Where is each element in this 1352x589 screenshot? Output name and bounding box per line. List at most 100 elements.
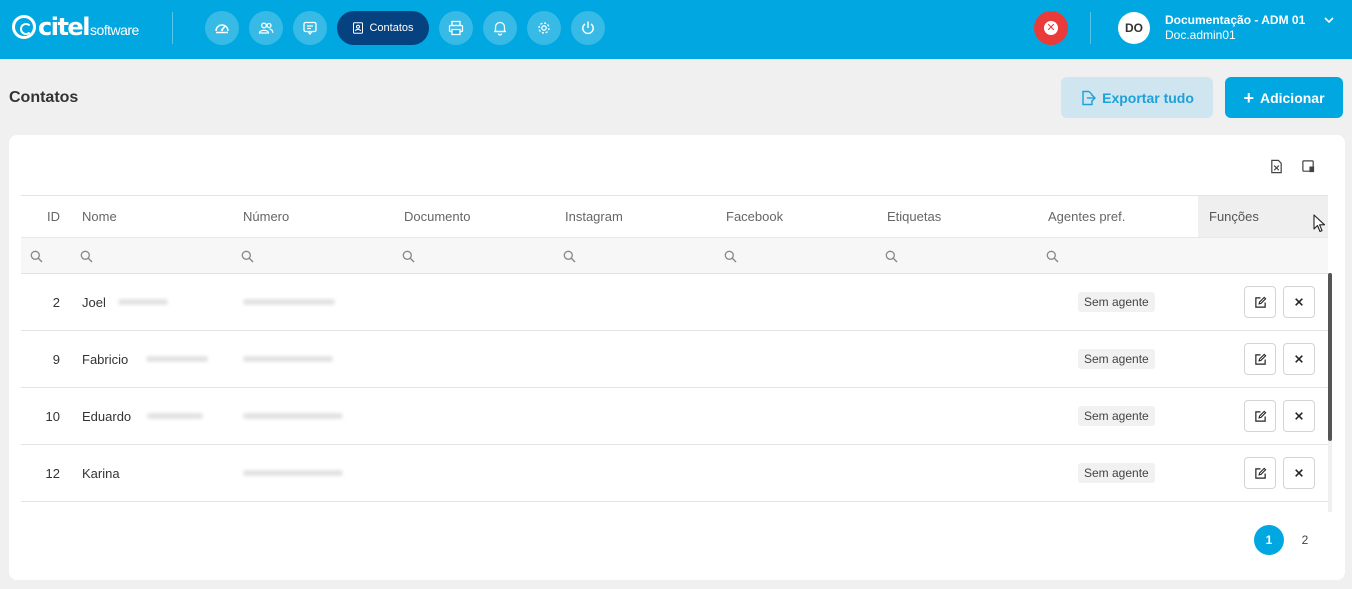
printer-icon <box>448 20 464 36</box>
search-icon[interactable] <box>80 250 93 263</box>
edit-icon <box>1254 353 1266 365</box>
edit-icon <box>1254 410 1266 422</box>
delete-button[interactable] <box>1283 400 1315 432</box>
nav-chat-button[interactable] <box>293 11 327 45</box>
citel-logo[interactable]: citel software <box>12 12 139 42</box>
close-circle-icon: ✕ <box>1044 21 1058 35</box>
delete-button[interactable] <box>1283 286 1315 318</box>
column-chooser-icon <box>1301 159 1314 172</box>
close-icon <box>1295 355 1303 363</box>
logo-word: citel <box>38 13 90 41</box>
gear-icon <box>538 22 550 34</box>
page-1-button[interactable]: 1 <box>1254 525 1284 555</box>
row-name: Karina <box>82 465 120 481</box>
column-header-documento[interactable]: Documento <box>404 196 470 237</box>
search-icon[interactable] <box>402 250 415 263</box>
column-header-funcoes[interactable]: Funções <box>1198 196 1328 237</box>
redacted-surname <box>147 413 203 419</box>
agent-badge: Sem agente <box>1078 292 1155 312</box>
export-all-label: Exportar tudo <box>1102 89 1194 106</box>
search-icon[interactable] <box>563 250 576 263</box>
agent-badge: Sem agente <box>1078 349 1155 369</box>
close-icon <box>1295 298 1303 306</box>
row-id: 12 <box>45 465 60 481</box>
top-bar: citel software Contatos ✕ DO Documentaçã… <box>0 0 1352 59</box>
contacts-card: ID Nome Número Documento Instagram Faceb… <box>9 135 1345 580</box>
chevron-down-icon[interactable] <box>1323 15 1335 25</box>
export-excel-button[interactable] <box>1267 157 1285 175</box>
delete-button[interactable] <box>1283 343 1315 375</box>
scrollbar-thumb[interactable] <box>1328 273 1332 441</box>
redacted-number <box>243 299 335 305</box>
export-all-button[interactable]: Exportar tudo <box>1061 77 1213 118</box>
user-login: Doc.admin01 <box>1165 28 1236 42</box>
redacted-surname <box>118 299 168 305</box>
column-header-facebook[interactable]: Facebook <box>726 196 783 237</box>
nav-contatos-tab[interactable]: Contatos <box>337 11 429 45</box>
add-button[interactable]: + Adicionar <box>1225 77 1343 118</box>
search-icon[interactable] <box>885 250 898 263</box>
nav-settings-button[interactable] <box>527 11 561 45</box>
column-header-id[interactable]: ID <box>21 196 60 237</box>
search-icon[interactable] <box>1046 250 1059 263</box>
row-name: Eduardo <box>82 408 132 424</box>
page-title: Contatos <box>9 89 79 106</box>
redacted-surname <box>146 356 208 362</box>
alert-button[interactable]: ✕ <box>1034 11 1068 45</box>
column-header-nome[interactable]: Nome <box>82 196 117 237</box>
citel-logo-mark <box>12 15 36 39</box>
nav-printer-button[interactable] <box>439 11 473 45</box>
nav-contatos-label: Contatos <box>369 22 414 34</box>
nav-logout-button[interactable] <box>571 11 605 45</box>
redacted-number <box>243 356 333 362</box>
row-name: Joel <box>82 294 106 310</box>
row-name: Fabricio <box>82 351 129 367</box>
column-chooser-button[interactable] <box>1299 157 1317 175</box>
redacted-number <box>243 413 343 419</box>
edit-button[interactable] <box>1244 400 1276 432</box>
avatar[interactable]: DO <box>1118 12 1150 44</box>
close-icon <box>1295 412 1303 420</box>
search-icon[interactable] <box>241 250 254 263</box>
table-scrollbar[interactable] <box>1328 273 1332 512</box>
bell-icon <box>494 21 506 36</box>
table-header: ID Nome Número Documento Instagram Faceb… <box>21 195 1328 237</box>
edit-button[interactable] <box>1244 457 1276 489</box>
column-header-agentes[interactable]: Agentes pref. <box>1048 196 1125 237</box>
nav-dashboard-button[interactable] <box>205 11 239 45</box>
edit-button[interactable] <box>1244 343 1276 375</box>
close-icon <box>1295 469 1303 477</box>
add-label: Adicionar <box>1259 89 1325 106</box>
column-header-numero[interactable]: Número <box>243 196 289 237</box>
nav-users-button[interactable] <box>249 11 283 45</box>
chat-icon <box>303 21 317 36</box>
search-icon[interactable] <box>30 250 43 263</box>
logo-sub: software <box>89 22 139 38</box>
row-id: 2 <box>52 294 60 310</box>
table-row: 2 Joel Sem agente <box>21 274 1328 331</box>
mouse-cursor-icon <box>1313 214 1326 233</box>
power-icon <box>582 21 594 35</box>
row-id: 9 <box>52 351 60 367</box>
delete-button[interactable] <box>1283 457 1315 489</box>
agent-badge: Sem agente <box>1078 406 1155 426</box>
filter-row <box>21 237 1328 274</box>
table-row: 12 Karina Sem agente <box>21 445 1328 502</box>
users-icon <box>258 22 274 34</box>
column-header-instagram[interactable]: Instagram <box>565 196 623 237</box>
column-header-etiquetas[interactable]: Etiquetas <box>887 196 941 237</box>
divider <box>1090 12 1091 44</box>
export-icon <box>1082 90 1097 105</box>
agent-badge: Sem agente <box>1078 463 1155 483</box>
edit-icon <box>1254 296 1266 308</box>
contacts-icon <box>353 22 364 34</box>
page-2-button[interactable]: 2 <box>1290 525 1320 555</box>
edit-icon <box>1254 467 1266 479</box>
nav-notifications-button[interactable] <box>483 11 517 45</box>
dashboard-icon <box>215 24 229 34</box>
row-id: 10 <box>45 408 60 424</box>
divider <box>172 12 173 44</box>
edit-button[interactable] <box>1244 286 1276 318</box>
search-icon[interactable] <box>724 250 737 263</box>
redacted-number <box>243 470 343 476</box>
